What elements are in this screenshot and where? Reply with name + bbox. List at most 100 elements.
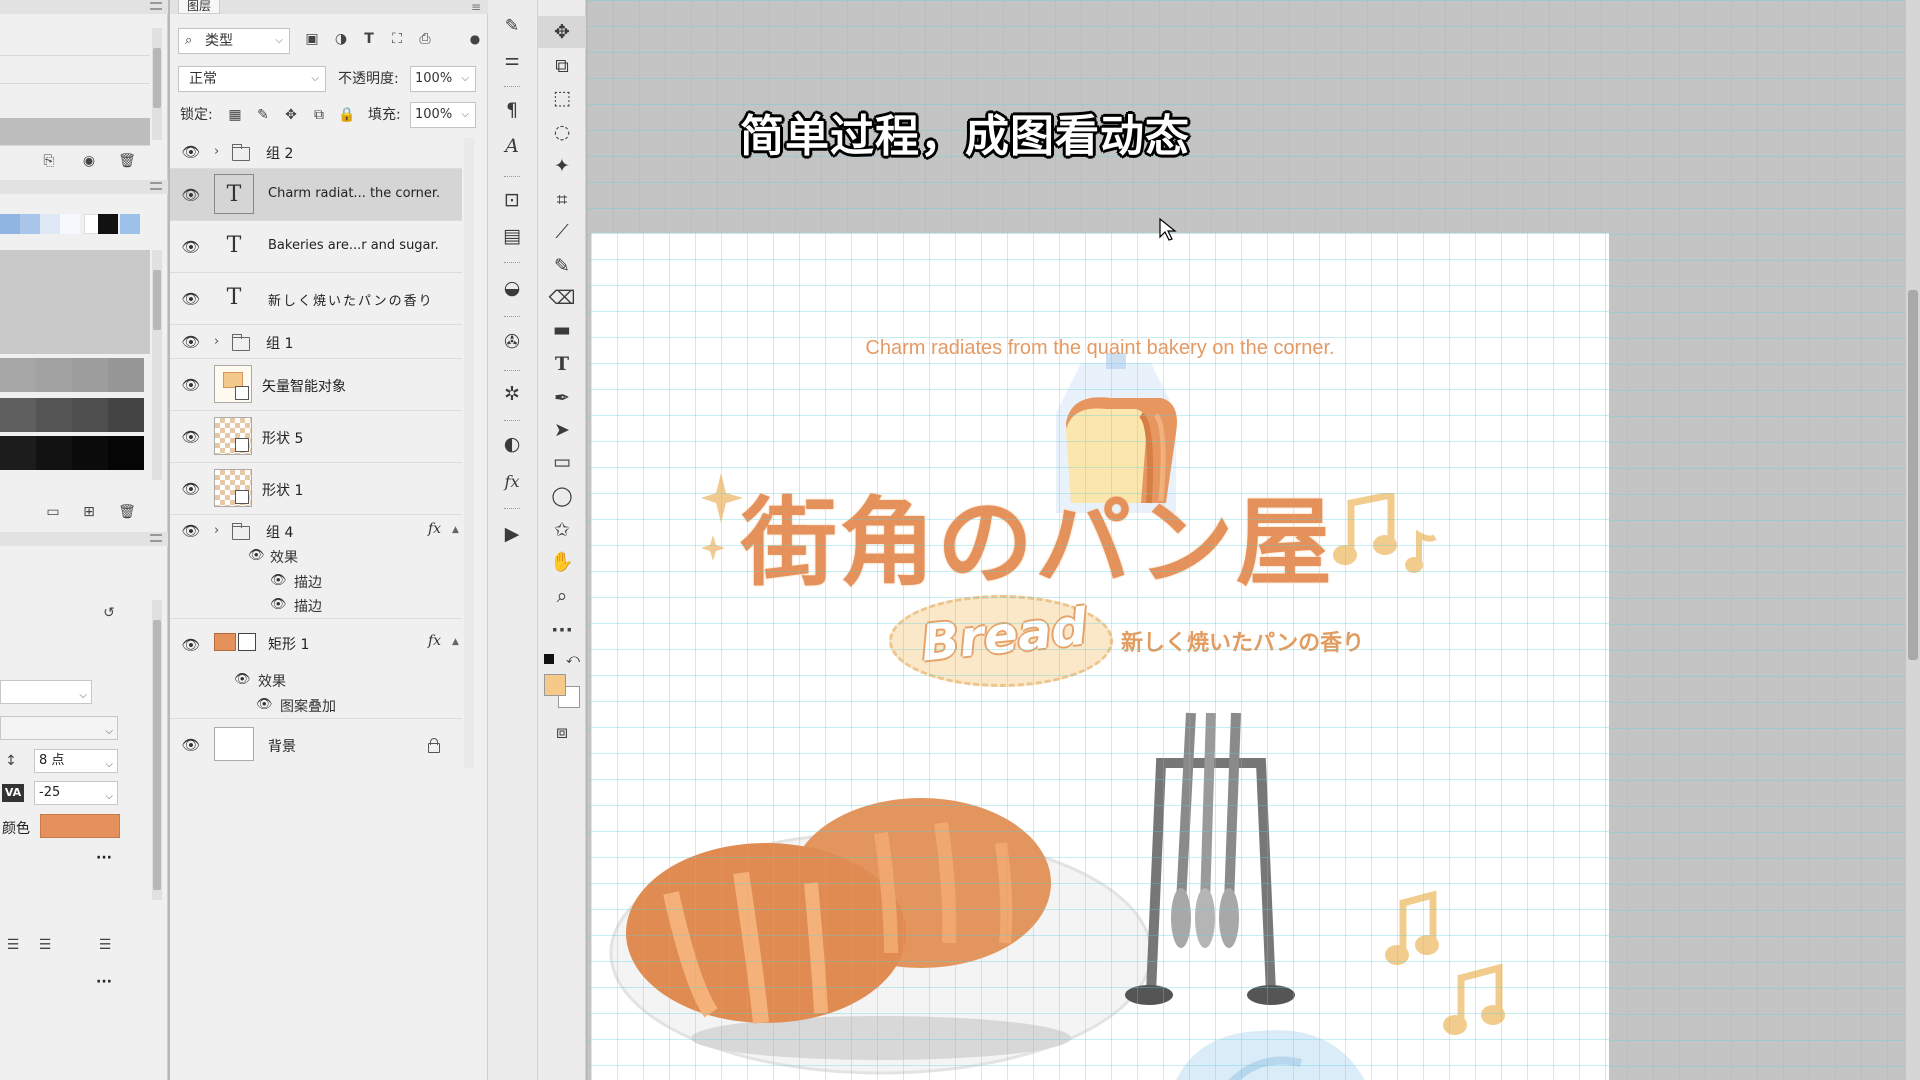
lock-icon[interactable] bbox=[428, 738, 440, 753]
eyedropper-tool-icon[interactable]: ⟋ bbox=[538, 216, 586, 248]
swatch[interactable] bbox=[0, 358, 36, 392]
chevron-right-icon[interactable]: › bbox=[214, 334, 219, 349]
libraries-icon[interactable]: ⊡ bbox=[488, 184, 536, 216]
leading-field[interactable]: 8 点 ⌵ bbox=[34, 749, 118, 773]
more-tools-icon[interactable]: ··· bbox=[538, 614, 586, 646]
effect-eye-icon[interactable]: 👁 bbox=[270, 597, 287, 612]
swatch[interactable] bbox=[36, 398, 72, 432]
effect-eye-icon[interactable]: 👁 bbox=[270, 573, 287, 588]
settings-icon[interactable]: ✲ bbox=[488, 378, 536, 410]
fx-icon[interactable]: fx bbox=[428, 633, 441, 649]
swatch[interactable] bbox=[36, 358, 72, 392]
zoom-tool-icon[interactable]: ⌕ bbox=[538, 580, 586, 612]
lasso-tool-icon[interactable]: ◌ bbox=[538, 116, 586, 148]
panel-menu-icon[interactable]: ≡ bbox=[471, 0, 481, 14]
custom-shape-tool-icon[interactable]: ✩ bbox=[538, 514, 586, 546]
lock-position-icon[interactable]: ✥ bbox=[282, 106, 300, 124]
hand-tool-icon[interactable]: ✋ bbox=[538, 546, 586, 578]
3d-icon[interactable]: ◒ bbox=[488, 272, 536, 304]
default-colors-icon[interactable] bbox=[544, 654, 554, 664]
marquee-tool-icon[interactable]: ⬚ bbox=[538, 82, 586, 114]
type-filter-icon[interactable]: T bbox=[360, 30, 378, 48]
more-options-icon[interactable]: ··· bbox=[96, 850, 112, 866]
visibility-eye-icon[interactable]: 👁 bbox=[180, 239, 202, 255]
swatch[interactable] bbox=[108, 358, 144, 392]
swatch[interactable] bbox=[36, 436, 72, 470]
layers-tab[interactable]: 图层 bbox=[178, 0, 221, 14]
swatch[interactable] bbox=[72, 436, 108, 470]
swatch[interactable] bbox=[108, 398, 144, 432]
color-wheel-icon[interactable]: ✇ bbox=[488, 326, 536, 358]
more-options-icon[interactable]: ··· bbox=[96, 974, 112, 990]
effect-eye-icon[interactable]: 👁 bbox=[248, 548, 265, 563]
filter-toggle-icon[interactable]: ● bbox=[466, 30, 484, 48]
artboard-tool-icon[interactable]: ⧉ bbox=[538, 50, 586, 82]
styles-fx-icon[interactable]: fx bbox=[488, 466, 536, 498]
magic-wand-tool-icon[interactable]: ✦ bbox=[538, 150, 586, 182]
collapse-effects-icon[interactable]: ▲ bbox=[452, 525, 459, 535]
pen-tool-icon[interactable]: ✒ bbox=[538, 382, 586, 414]
visibility-eye-icon[interactable]: 👁 bbox=[180, 291, 202, 307]
swatch[interactable] bbox=[72, 398, 108, 432]
rectangle-tool-icon[interactable]: ▭ bbox=[538, 446, 586, 478]
swatch[interactable] bbox=[72, 358, 108, 392]
swatch[interactable] bbox=[20, 214, 40, 234]
screen-mode-icon[interactable]: ⧈ bbox=[538, 716, 586, 748]
new-snapshot-icon[interactable]: ⎘ bbox=[40, 152, 58, 170]
layer-row-shape-5[interactable]: 👁 形状 5 bbox=[170, 411, 462, 463]
crop-tool-icon[interactable]: ⌗ bbox=[538, 184, 586, 216]
layer-row-background[interactable]: 👁 背景 bbox=[170, 719, 462, 771]
visibility-eye-icon[interactable]: 👁 bbox=[180, 334, 202, 350]
pixel-filter-icon[interactable]: ▣ bbox=[303, 30, 321, 48]
swatch[interactable] bbox=[120, 214, 140, 234]
fx-icon[interactable]: fx bbox=[428, 521, 441, 537]
path-selection-tool-icon[interactable]: ➤ bbox=[538, 414, 586, 446]
layer-row-group-4[interactable]: 👁 › 组 4 fx ▲ 👁 效果 👁 描边 👁 描边 bbox=[170, 515, 462, 619]
effect-eye-icon[interactable]: 👁 bbox=[234, 672, 251, 687]
collapse-effects-icon[interactable]: ▲ bbox=[452, 637, 459, 647]
smart-object-filter-icon[interactable]: ⎙ bbox=[416, 30, 434, 48]
justify-icon[interactable]: ☰ bbox=[96, 936, 114, 954]
blend-mode-select[interactable]: 正常 ⌵ bbox=[178, 66, 326, 92]
character-scrollbar[interactable] bbox=[152, 600, 162, 900]
brush-tool-icon[interactable]: ✎ bbox=[538, 250, 586, 282]
swatch[interactable] bbox=[40, 214, 60, 234]
chevron-right-icon[interactable]: › bbox=[214, 144, 219, 159]
trash-icon[interactable]: 🗑 bbox=[118, 152, 136, 170]
lock-image-icon[interactable]: ✎ bbox=[254, 106, 272, 124]
font-style-select[interactable]: ⌵ bbox=[0, 716, 118, 740]
swatch[interactable] bbox=[0, 214, 20, 234]
swatch[interactable] bbox=[0, 436, 36, 470]
visibility-eye-icon[interactable]: 👁 bbox=[180, 637, 202, 653]
swatch[interactable] bbox=[108, 436, 144, 470]
visibility-eye-icon[interactable]: 👁 bbox=[180, 377, 202, 393]
swatch[interactable] bbox=[0, 398, 36, 432]
visibility-eye-icon[interactable]: 👁 bbox=[180, 187, 202, 203]
move-tool-icon[interactable]: ✥ bbox=[538, 16, 586, 48]
layer-row-group-2[interactable]: 👁 › 组 2 bbox=[170, 135, 462, 169]
gradient-tool-icon[interactable]: ▬ bbox=[538, 314, 586, 346]
scroll-thumb[interactable] bbox=[1908, 290, 1918, 660]
trash-icon[interactable]: 🗑 bbox=[118, 503, 136, 521]
align-left-icon[interactable]: ☰ bbox=[4, 936, 22, 954]
canvas-vertical-scrollbar[interactable] bbox=[1906, 0, 1920, 1080]
ellipse-tool-icon[interactable]: ◯ bbox=[538, 480, 586, 512]
visibility-eye-icon[interactable]: 👁 bbox=[180, 737, 202, 753]
play-actions-icon[interactable]: ▶ bbox=[488, 518, 536, 550]
text-color-swatch[interactable] bbox=[40, 814, 120, 838]
adjustment-filter-icon[interactable]: ◑ bbox=[332, 30, 350, 48]
layer-row-charm-text[interactable]: 👁 T Charm radiat... the corner. bbox=[170, 169, 462, 221]
new-swatch-icon[interactable]: ⊞ bbox=[80, 503, 98, 521]
foreground-color-swatch[interactable] bbox=[544, 674, 566, 696]
swatches-scrollbar[interactable] bbox=[152, 250, 162, 480]
swatch[interactable] bbox=[60, 214, 80, 234]
eraser-tool-icon[interactable]: ⌫ bbox=[538, 282, 586, 314]
swatch[interactable] bbox=[98, 214, 118, 234]
filter-type-select[interactable]: ⌕ 类型 ⌵ bbox=[178, 28, 290, 54]
type-tool-icon[interactable]: T bbox=[538, 348, 586, 380]
lock-artboard-icon[interactable]: ⧉ bbox=[310, 106, 328, 124]
visibility-eye-icon[interactable]: 👁 bbox=[180, 429, 202, 445]
chevron-right-icon[interactable]: › bbox=[214, 523, 219, 538]
swatches-panel-icon[interactable]: ▤ bbox=[488, 220, 536, 252]
swap-colors-icon[interactable]: ⤺ bbox=[566, 652, 580, 667]
